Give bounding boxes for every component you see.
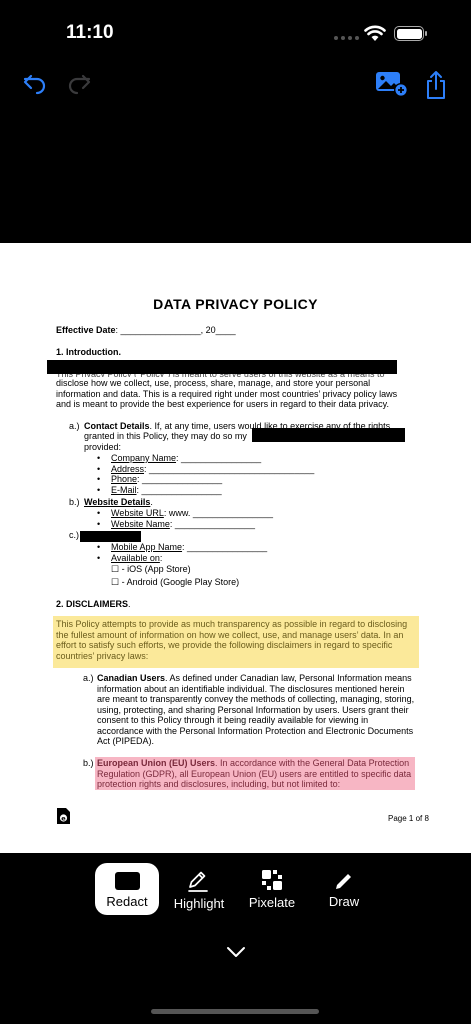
disclaimer-text-highlighted[interactable]: This Policy attempts to provide as much … bbox=[53, 616, 419, 668]
canadian-users-text: Canadian Users. As defined under Canadia… bbox=[97, 673, 415, 746]
draw-tool-button[interactable]: Draw bbox=[312, 861, 376, 915]
contact-details-text-2: granted in this Policy, they may do so m… bbox=[84, 431, 247, 441]
list-item: Website URL: www. ________________ bbox=[111, 508, 273, 519]
redaction-box[interactable] bbox=[252, 428, 405, 442]
highlight-label: Highlight bbox=[173, 896, 225, 911]
document-page[interactable]: DATA PRIVACY POLICY Effective Date: ____… bbox=[0, 243, 471, 853]
list-item: Phone: ________________ bbox=[111, 474, 314, 485]
draw-label: Draw bbox=[328, 894, 360, 909]
list-item: Website Name: ________________ bbox=[111, 519, 273, 530]
eu-label: b.) bbox=[83, 758, 94, 768]
highlight-tool-button[interactable]: Highlight bbox=[167, 861, 231, 915]
intro-text: disclose how we collect, use, process, s… bbox=[56, 378, 398, 409]
canada-label: a.) bbox=[83, 673, 94, 683]
pixelate-label: Pixelate bbox=[248, 895, 296, 910]
list-item: Available on: bbox=[111, 553, 267, 564]
highlight-pencil-icon bbox=[186, 869, 210, 896]
home-indicator bbox=[151, 1009, 319, 1014]
list-item: Address: _______________________________… bbox=[111, 464, 314, 475]
chevron-down-icon[interactable] bbox=[226, 945, 246, 963]
contact-list: Company Name: ________________ Address: … bbox=[111, 453, 314, 495]
redaction-box[interactable] bbox=[80, 531, 141, 542]
share-icon[interactable] bbox=[424, 70, 448, 105]
list-item: Mobile App Name: ________________ bbox=[111, 542, 267, 553]
app-list: Mobile App Name: ________________ Availa… bbox=[111, 542, 267, 563]
website-label: b.) bbox=[69, 497, 80, 507]
pixelate-tool-button[interactable]: Pixelate bbox=[240, 861, 304, 915]
platform-ios: ☐ - iOS (App Store) bbox=[111, 564, 191, 574]
draw-pen-icon bbox=[334, 871, 354, 894]
undo-icon[interactable] bbox=[22, 70, 48, 101]
redact-tool-button[interactable]: Redact bbox=[95, 863, 159, 915]
signal-dots bbox=[334, 36, 359, 40]
section-introduction-heading: 1. Introduction. bbox=[56, 347, 121, 357]
list-item: Company Name: ________________ bbox=[111, 453, 314, 464]
website-list: Website URL: www. ________________ Websi… bbox=[111, 508, 273, 529]
document-logo-icon: e bbox=[57, 808, 70, 829]
list-item: E-Mail: ________________ bbox=[111, 485, 314, 496]
app-label: c.) bbox=[69, 530, 79, 540]
bottom-toolbar: Redact Highlight Pixelate Draw bbox=[0, 853, 471, 1024]
website-details-heading: Website Details. bbox=[84, 497, 153, 507]
redact-label: Redact bbox=[106, 894, 148, 909]
add-image-icon[interactable] bbox=[375, 70, 409, 103]
svg-text:e: e bbox=[61, 814, 66, 822]
effective-date: Effective Date: ________________, 20____ bbox=[56, 325, 236, 335]
redo-icon[interactable] bbox=[66, 70, 92, 101]
pixelate-icon bbox=[261, 869, 283, 894]
platform-android: ☐ - Android (Google Play Store) bbox=[111, 577, 240, 587]
battery-icon bbox=[394, 26, 427, 41]
wifi-icon bbox=[364, 24, 386, 47]
status-time: 11:10 bbox=[66, 22, 114, 43]
contact-label: a.) bbox=[69, 421, 80, 431]
redaction-box[interactable] bbox=[47, 360, 397, 374]
document-title: DATA PRIVACY POLICY bbox=[153, 296, 318, 312]
eu-users-text-highlighted[interactable]: European Union (EU) Users. In accordance… bbox=[95, 757, 415, 790]
contact-details-text-3: provided: bbox=[84, 442, 122, 452]
section-disclaimers-heading: 2. DISCLAIMERS. bbox=[56, 599, 131, 609]
redact-icon bbox=[115, 872, 140, 890]
page-indicator: Page 1 of 8 bbox=[388, 814, 429, 823]
